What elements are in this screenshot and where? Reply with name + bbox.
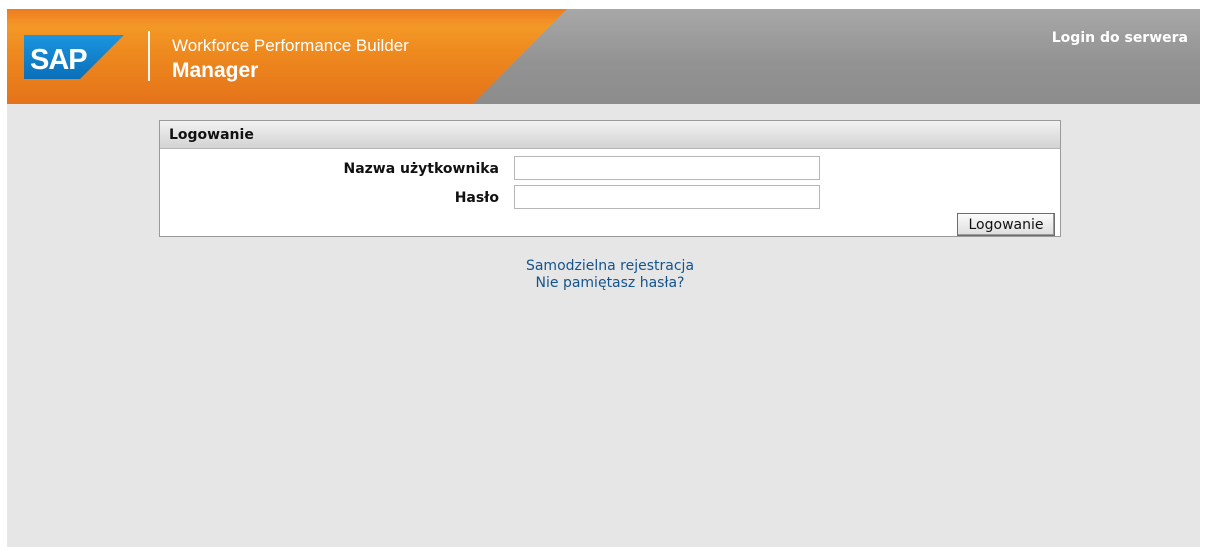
forgot-password-link[interactable]: Nie pamiętasz hasła? — [159, 275, 1061, 292]
login-button[interactable]: Logowanie — [957, 213, 1055, 236]
username-input[interactable] — [514, 156, 820, 180]
username-label: Nazwa użytkownika — [343, 161, 499, 177]
sap-logo: SAP — [24, 35, 124, 79]
sap-logo-text: SAP — [30, 44, 87, 76]
password-input[interactable] — [514, 185, 820, 209]
header-divider — [148, 31, 150, 81]
password-label: Hasło — [454, 190, 499, 206]
self-registration-link[interactable]: Samodzielna rejestracja — [159, 258, 1061, 275]
login-panel-title: Logowanie — [160, 121, 1060, 149]
product-name: Workforce Performance Builder — [172, 36, 409, 55]
account-links: Samodzielna rejestracja Nie pamiętasz ha… — [159, 258, 1061, 292]
app-header: SAP Workforce Performance Builder Manage… — [7, 9, 1200, 104]
login-page: SAP Workforce Performance Builder Manage… — [7, 9, 1200, 547]
product-module: Manager — [172, 59, 259, 82]
server-login-link[interactable]: Login do serwera — [1052, 30, 1188, 46]
login-panel: Logowanie Nazwa użytkownika Hasło Logowa… — [159, 120, 1061, 237]
